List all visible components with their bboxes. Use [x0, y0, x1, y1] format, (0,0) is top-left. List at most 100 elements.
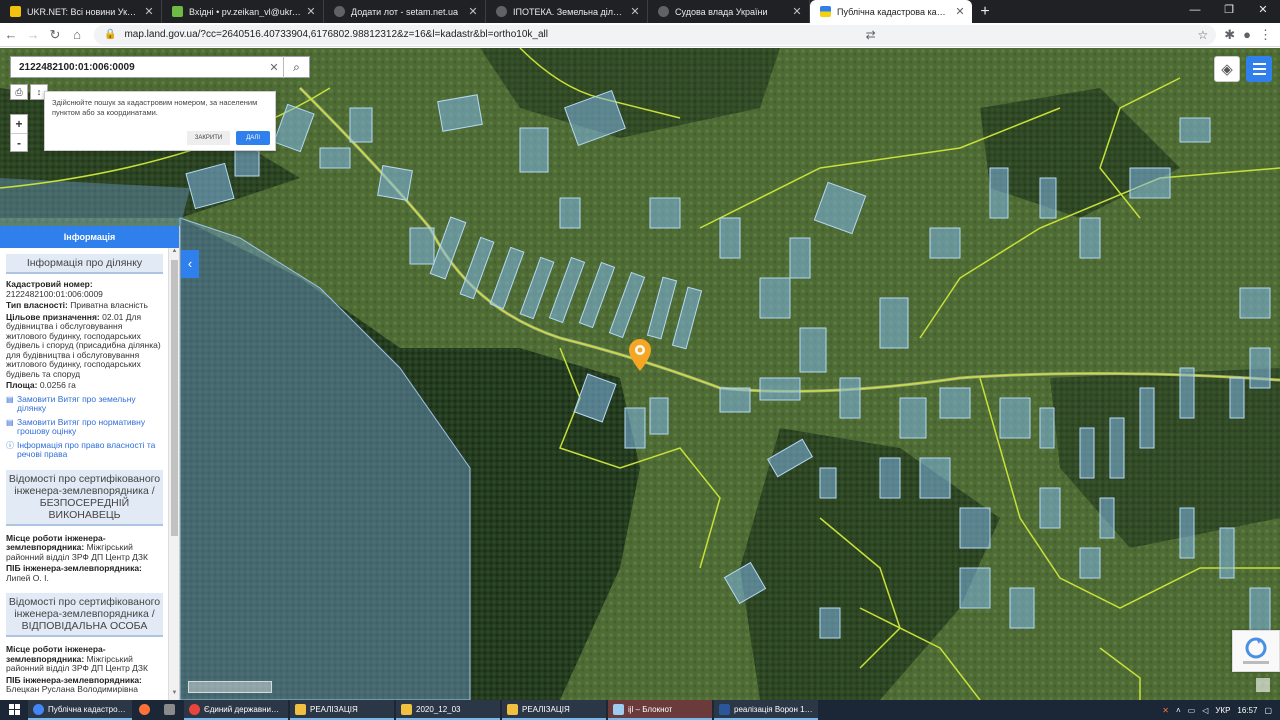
close-tab-icon[interactable]: ✕	[305, 5, 317, 18]
menu-button[interactable]	[1246, 56, 1272, 82]
close-tab-icon[interactable]: ✕	[143, 5, 155, 18]
layers-button[interactable]: ◈	[1214, 56, 1240, 82]
kebab-menu-icon[interactable]: ⋮	[1259, 27, 1272, 43]
document-icon: ▤	[6, 417, 14, 427]
network-icon[interactable]: ▭	[1188, 706, 1196, 715]
engineer2-name-value: Блецкан Руслана Володимирівна	[6, 684, 138, 694]
taskbar-app-opera[interactable]: Єдиний державний ...	[184, 700, 288, 720]
address-bar[interactable]: 🔒 map.land.gov.ua/?cc=2640516.40733904,6…	[94, 24, 1217, 45]
system-tray: ✕ ˄ ▭ ◁ УКР 16:57 ▢	[1162, 706, 1280, 715]
fire-tray-icon[interactable]: ✕	[1162, 706, 1169, 715]
close-hint-button[interactable]: ЗАКРИТИ	[186, 131, 231, 145]
browser-tab-strip: UKR.NET: Всі новини України, ос ✕ Вхідні…	[0, 0, 1280, 23]
chrome-icon	[33, 703, 44, 715]
taskbar-app-label: РЕАЛІЗАЦІЯ	[310, 704, 358, 714]
chevron-up-icon[interactable]: ˄	[1176, 706, 1181, 715]
scroll-down-icon[interactable]: ▼	[169, 690, 180, 700]
close-tab-icon[interactable]: ✕	[467, 5, 479, 18]
scroll-thumb[interactable]	[171, 260, 178, 536]
engineer-responsible-title: Відомості про сертифікованого інженера-з…	[6, 593, 163, 637]
clock[interactable]: 16:57	[1237, 706, 1257, 715]
collapse-panel-button[interactable]: ‹	[181, 250, 199, 278]
profile-avatar-icon[interactable]: ●	[1243, 27, 1251, 42]
clear-search-icon[interactable]: ✕	[265, 61, 283, 74]
engineer2-name-row: ПІБ інженера-землевпорядника: Блецкан Ру…	[6, 674, 163, 695]
lock-icon[interactable]: 🔒	[104, 29, 116, 40]
notifications-icon[interactable]: ▢	[1264, 706, 1272, 715]
maximize-icon[interactable]: ❐	[1212, 0, 1246, 23]
extensions-icon[interactable]: ✱	[1224, 27, 1235, 43]
zoom-in-button[interactable]: +	[11, 115, 27, 133]
new-tab-button[interactable]: +	[972, 0, 998, 23]
taskbar-app-label: Публічна кадастров...	[48, 704, 127, 714]
taskbar-app-notepad[interactable]: ijl – Блокнот	[608, 700, 712, 720]
engineer2-name-label: ПІБ інженера-землевпорядника:	[6, 674, 142, 685]
recaptcha-badge[interactable]	[1232, 630, 1280, 672]
panel-body: Інформація про ділянку Кадастровий номер…	[0, 248, 169, 700]
scale-bar	[188, 681, 272, 693]
panel-scrollbar[interactable]: ▲ ▼	[168, 248, 179, 700]
search-button[interactable]: ⌕	[283, 56, 309, 78]
search-input[interactable]	[11, 57, 265, 77]
engineer2-place-row: Місце роботи інженера-землевпорядника: М…	[6, 644, 163, 674]
word-icon	[719, 703, 730, 715]
bookmark-star-icon[interactable]: ☆	[1189, 28, 1216, 42]
location-pin-icon[interactable]	[629, 339, 651, 371]
globe-favicon-icon	[658, 6, 669, 17]
window-controls: — ❐ ✕	[1178, 0, 1280, 23]
volume-icon[interactable]: ◁	[1202, 706, 1208, 715]
link-label: Замовити Витяг про земельну ділянку	[17, 393, 136, 413]
chevron-left-icon: ‹	[187, 256, 193, 271]
close-window-icon[interactable]: ✕	[1246, 0, 1280, 23]
search-hint-popup: Здійснюйте пошук за кадастровим номером,…	[44, 91, 276, 151]
browser-tab[interactable]: Судова влада України ✕	[648, 0, 810, 23]
taskbar-app-icon[interactable]	[159, 700, 184, 720]
close-tab-icon[interactable]: ✕	[629, 5, 641, 18]
parcel-info-title: Інформація про ділянку	[6, 254, 163, 274]
browser-tab[interactable]: Додати лот - setam.net.ua ✕	[324, 0, 486, 23]
notepad-icon	[613, 703, 624, 715]
taskbar-app-folder[interactable]: РЕАЛІЗАЦІЯ	[502, 700, 606, 720]
ownership-info-link[interactable]: ⓘ Інформація про право власності та речо…	[6, 439, 163, 460]
taskbar-firefox[interactable]	[134, 700, 159, 720]
next-hint-button[interactable]: ДАЛІ	[236, 131, 270, 145]
recaptcha-icon	[1243, 637, 1269, 664]
taskbar-app-folder[interactable]: РЕАЛІЗАЦІЯ	[290, 700, 394, 720]
document-icon: ▤	[6, 394, 14, 404]
home-icon[interactable]: ⌂	[66, 27, 88, 42]
taskbar-app-label: 2020_12_03	[416, 704, 461, 714]
taskbar-app-word[interactable]: реалізація Ворон 1.l...	[714, 700, 818, 720]
purpose-row: Цільове призначення: 02.01 Для будівницт…	[6, 312, 163, 380]
print-icon[interactable]: ⎙	[10, 84, 28, 100]
browser-tab-active[interactable]: Публічна кадастрова карта Укр ✕	[810, 0, 972, 23]
attribution-icon[interactable]	[1256, 678, 1270, 692]
windows-taskbar: Публічна кадастров... Єдиний державний .…	[0, 700, 1280, 720]
cadastral-search: ✕ ⌕	[10, 56, 310, 78]
cadastral-label: Кадастровий номер:	[6, 279, 93, 289]
order-valuation-link[interactable]: ▤ Замовити Витяг про нормативну грошову …	[6, 417, 163, 437]
order-extract-link[interactable]: ▤ Замовити Витяг про земельну ділянку	[6, 393, 163, 414]
start-button[interactable]	[0, 700, 28, 720]
close-tab-icon[interactable]: ✕	[954, 5, 966, 18]
browser-tab[interactable]: UKR.NET: Всі новини України, ос ✕	[0, 0, 162, 23]
area-row: Площа: 0.0256 га	[6, 380, 163, 391]
taskbar-app-folder[interactable]: 2020_12_03	[396, 700, 500, 720]
taskbar-app-chrome[interactable]: Публічна кадастров...	[28, 700, 132, 720]
panel-header: Інформація	[0, 226, 179, 248]
area-label: Площа:	[6, 380, 38, 390]
link-label: Інформація про право власності та речові…	[17, 439, 156, 459]
reload-icon[interactable]: ↻	[44, 27, 66, 43]
browser-tab[interactable]: Вхідні • pv.zeikan_vl@ukr.net ✕	[162, 0, 324, 23]
minimize-icon[interactable]: —	[1178, 0, 1212, 23]
zoom-out-button[interactable]: -	[11, 133, 27, 151]
close-tab-icon[interactable]: ✕	[791, 5, 803, 18]
forward-icon[interactable]: →	[22, 27, 44, 42]
back-icon[interactable]: ←	[0, 27, 22, 42]
browser-tab[interactable]: ІПОТЕКА. Земельна ділянка, заг ✕	[486, 0, 648, 23]
tab-title: Публічна кадастрова карта Укр	[837, 6, 950, 17]
toolbar-right: ✱ ● ⋮	[1216, 27, 1280, 43]
translate-icon[interactable]: ⇄	[858, 28, 880, 42]
map-viewport[interactable]: ✕ ⌕ ⎙ ↕ + - Здійснюйте пошук за кадастро…	[0, 48, 1280, 700]
scroll-up-icon[interactable]: ▲	[169, 248, 180, 258]
language-indicator[interactable]: УКР	[1215, 706, 1230, 715]
